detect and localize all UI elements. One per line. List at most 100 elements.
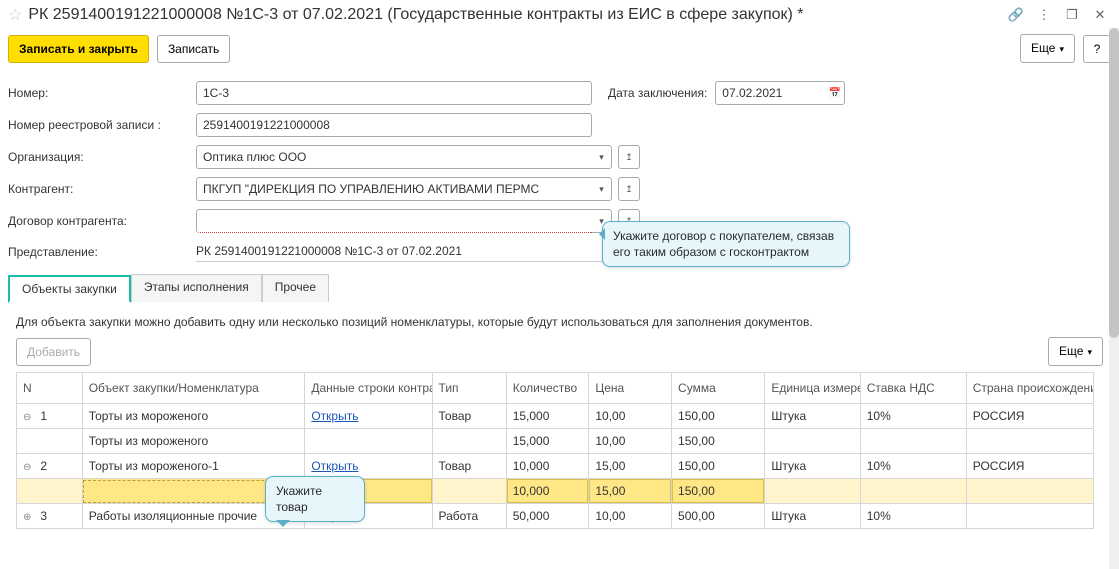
table-cell[interactable] (765, 429, 860, 454)
table-cell[interactable]: 150,00 (672, 479, 765, 504)
table-cell[interactable]: 10,00 (589, 504, 672, 529)
save-and-close-button[interactable]: Записать и закрыть (8, 35, 149, 63)
window-restore-icon[interactable]: ❐ (1061, 4, 1083, 26)
table-cell[interactable]: 15,00 (589, 454, 672, 479)
help-button[interactable]: ? (1083, 35, 1111, 63)
table-cell[interactable]: 10% (860, 454, 966, 479)
table-cell[interactable]: 10,000 (506, 479, 589, 504)
table-cell[interactable]: Торты из мороженого (82, 404, 305, 429)
expand-icon[interactable]: ⊖ (23, 412, 37, 423)
col-country[interactable]: Страна происхождения (966, 373, 1093, 404)
table-cell[interactable]: 150,00 (672, 429, 765, 454)
table-cell[interactable] (17, 479, 83, 504)
organization-label: Организация: (8, 150, 188, 164)
col-n[interactable]: N (17, 373, 83, 404)
table-cell[interactable]: Товар (432, 454, 506, 479)
reg-number-field[interactable]: 2591400191221000008 (196, 113, 592, 137)
window-title: РК 2591400191221000008 №1С-3 от 07.02.20… (28, 6, 999, 24)
table-cell[interactable]: Открыть (305, 404, 432, 429)
table-cell[interactable]: Товар (432, 404, 506, 429)
table-cell[interactable] (432, 429, 506, 454)
representation-label: Представление: (8, 245, 188, 259)
date-label: Дата заключения: (608, 86, 707, 100)
col-contract-data[interactable]: Данные строки контракта (305, 373, 432, 404)
organization-field[interactable]: Оптика плюс ООО (196, 145, 592, 169)
table-cell[interactable]: 150,00 (672, 404, 765, 429)
table-cell[interactable]: 10,00 (589, 429, 672, 454)
table-row[interactable]: 10,00015,00150,00 (17, 479, 1094, 504)
table-cell[interactable]: Работа (432, 504, 506, 529)
number-label: Номер: (8, 86, 188, 100)
dropdown-icon[interactable]: ▾ (592, 177, 612, 201)
table-cell[interactable] (432, 479, 506, 504)
table-cell[interactable] (860, 479, 966, 504)
table-cell[interactable]: 10% (860, 404, 966, 429)
table-cell[interactable]: 15,000 (506, 429, 589, 454)
save-button[interactable]: Записать (157, 35, 230, 63)
table-cell[interactable] (966, 429, 1093, 454)
table-cell[interactable]: Открыть (305, 454, 432, 479)
open-ref-icon[interactable]: ↥ (618, 177, 640, 201)
table-cell[interactable] (966, 479, 1093, 504)
table-row[interactable]: ⊖ 1Торты из мороженого Открыть Товар15,000… (17, 404, 1094, 429)
col-object[interactable]: Объект закупки/Номенклатура (82, 373, 305, 404)
col-unit[interactable]: Единица измерения (765, 373, 860, 404)
expand-icon[interactable]: ⊕ (23, 512, 37, 523)
scrollbar-thumb[interactable] (1109, 28, 1119, 338)
table-cell[interactable]: 15,00 (589, 479, 672, 504)
link-icon[interactable]: 🔗 (1005, 4, 1027, 26)
vertical-scrollbar[interactable] (1109, 28, 1119, 569)
table-header-row: N Объект закупки/Номенклатура Данные стр… (17, 373, 1094, 404)
expand-icon[interactable]: ⊖ (23, 462, 37, 473)
add-button[interactable]: Добавить (16, 338, 91, 366)
dropdown-icon[interactable]: ▾ (592, 145, 612, 169)
table-cell[interactable]: ⊖ 1 (17, 404, 83, 429)
number-field[interactable]: 1С-3 (196, 81, 592, 105)
table-cell[interactable] (17, 429, 83, 454)
table-cell[interactable] (305, 429, 432, 454)
calendar-icon[interactable] (825, 81, 845, 105)
table-cell[interactable]: 10,00 (589, 404, 672, 429)
tab-stages[interactable]: Этапы исполнения (131, 274, 262, 302)
table-cell[interactable]: 150,00 (672, 454, 765, 479)
table-cell[interactable]: 15,000 (506, 404, 589, 429)
table-more-button[interactable]: Еще (1048, 337, 1103, 366)
tab-objects[interactable]: Объекты закупки (8, 275, 131, 303)
col-sum[interactable]: Сумма (672, 373, 765, 404)
reg-number-label: Номер реестровой записи : (8, 118, 188, 132)
table-cell[interactable]: Штука (765, 504, 860, 529)
table-cell[interactable]: РОССИЯ (966, 454, 1093, 479)
date-field[interactable]: 07.02.2021 (715, 81, 825, 105)
window-close-icon[interactable]: ✕ (1089, 4, 1111, 26)
open-ref-icon[interactable]: ↥ (618, 145, 640, 169)
contract-field[interactable] (196, 209, 592, 233)
table-cell[interactable]: 10,000 (506, 454, 589, 479)
table-cell[interactable]: Штука (765, 454, 860, 479)
table-cell[interactable]: Торты из мороженого-1 (82, 454, 305, 479)
col-price[interactable]: Цена (589, 373, 672, 404)
table-cell[interactable] (860, 429, 966, 454)
table-cell[interactable]: РОССИЯ (966, 404, 1093, 429)
table-cell[interactable]: Штука (765, 404, 860, 429)
more-button[interactable]: Еще (1020, 34, 1075, 63)
table-cell[interactable]: ⊕ 3 (17, 504, 83, 529)
tab-other[interactable]: Прочее (262, 274, 329, 302)
table-cell[interactable]: 50,000 (506, 504, 589, 529)
table-row[interactable]: ⊖ 2Торты из мороженого-1 Открыть Товар10,0… (17, 454, 1094, 479)
table-cell[interactable]: 500,00 (672, 504, 765, 529)
table-row[interactable]: ⊕ 3Работы изоляционные прочиеОткрытьРабо… (17, 504, 1094, 529)
open-link[interactable]: Открыть (311, 459, 358, 473)
table-cell[interactable] (765, 479, 860, 504)
favorite-star-icon[interactable]: ☆ (8, 5, 22, 25)
table-cell[interactable]: 10% (860, 504, 966, 529)
menu-dots-icon[interactable]: ⋮ (1033, 4, 1055, 26)
table-row[interactable]: Торты из мороженого 15,00010,00150,00 (17, 429, 1094, 454)
open-link[interactable]: Открыть (311, 409, 358, 423)
table-cell[interactable]: Торты из мороженого (82, 429, 305, 454)
col-type[interactable]: Тип (432, 373, 506, 404)
col-qty[interactable]: Количество (506, 373, 589, 404)
table-cell[interactable]: ⊖ 2 (17, 454, 83, 479)
counterparty-field[interactable]: ПКГУП "ДИРЕКЦИЯ ПО УПРАВЛЕНИЮ АКТИВАМИ П… (196, 177, 592, 201)
col-vat[interactable]: Ставка НДС (860, 373, 966, 404)
table-cell[interactable] (966, 504, 1093, 529)
